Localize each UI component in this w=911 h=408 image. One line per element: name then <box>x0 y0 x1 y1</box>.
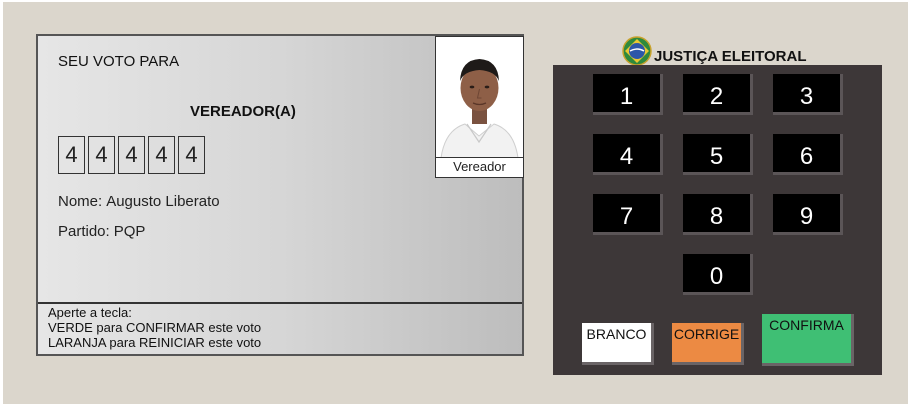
key-6[interactable]: 6 <box>773 134 843 175</box>
name-label: Nome: <box>58 193 103 210</box>
party-label: Partido: <box>58 223 110 240</box>
key-0[interactable]: 0 <box>683 254 753 295</box>
office-title: VEREADOR(A) <box>190 103 296 120</box>
ballot-screen: SEU VOTO PARA VEREADOR(A) 4 4 4 4 4 Nome… <box>36 34 524 356</box>
digit-box: 4 <box>178 136 205 174</box>
key-3[interactable]: 3 <box>773 74 843 115</box>
candidate-party: PQP <box>113 223 146 240</box>
instruction-line: Aperte a tecla: <box>48 305 132 320</box>
candidate-number: 4 4 4 4 4 <box>58 136 205 174</box>
candidate-party-row: Partido: PQP <box>58 223 145 240</box>
digit-box: 4 <box>148 136 175 174</box>
vote-heading: SEU VOTO PARA <box>58 53 180 70</box>
electoral-title: JUSTIÇA ELEITORAL <box>654 47 807 65</box>
digit-box: 4 <box>88 136 115 174</box>
key-5[interactable]: 5 <box>683 134 753 175</box>
candidate-photo <box>437 38 522 158</box>
candidate-photo-frame: Vereador <box>435 36 524 178</box>
candidate-name: Augusto Liberato <box>106 193 220 210</box>
key-7[interactable]: 7 <box>593 194 663 235</box>
instruction-line: VERDE para CONFIRMAR este voto <box>48 320 262 335</box>
key-2[interactable]: 2 <box>683 74 753 115</box>
keypad-panel: 1 2 3 4 5 6 7 8 9 0 BRANCO CORRIGE CONFI… <box>553 65 882 375</box>
electoral-header: JUSTIÇA ELEITORAL <box>622 35 807 67</box>
brazil-seal-icon <box>622 36 652 66</box>
confirma-button[interactable]: CONFIRMA <box>762 314 854 366</box>
key-1[interactable]: 1 <box>593 74 663 115</box>
instruction-line: LARANJA para REINICIAR este voto <box>48 335 262 350</box>
key-4[interactable]: 4 <box>593 134 663 175</box>
digit-box: 4 <box>58 136 85 174</box>
photo-caption: Vereador <box>436 157 523 176</box>
instructions-panel: Aperte a tecla: VERDE para CONFIRMAR est… <box>38 302 522 354</box>
candidate-name-row: Nome: Augusto Liberato <box>58 193 220 210</box>
key-8[interactable]: 8 <box>683 194 753 235</box>
digit-box: 4 <box>118 136 145 174</box>
branco-button[interactable]: BRANCO <box>582 323 654 365</box>
key-9[interactable]: 9 <box>773 194 843 235</box>
corrige-button[interactable]: CORRIGE <box>672 323 744 365</box>
